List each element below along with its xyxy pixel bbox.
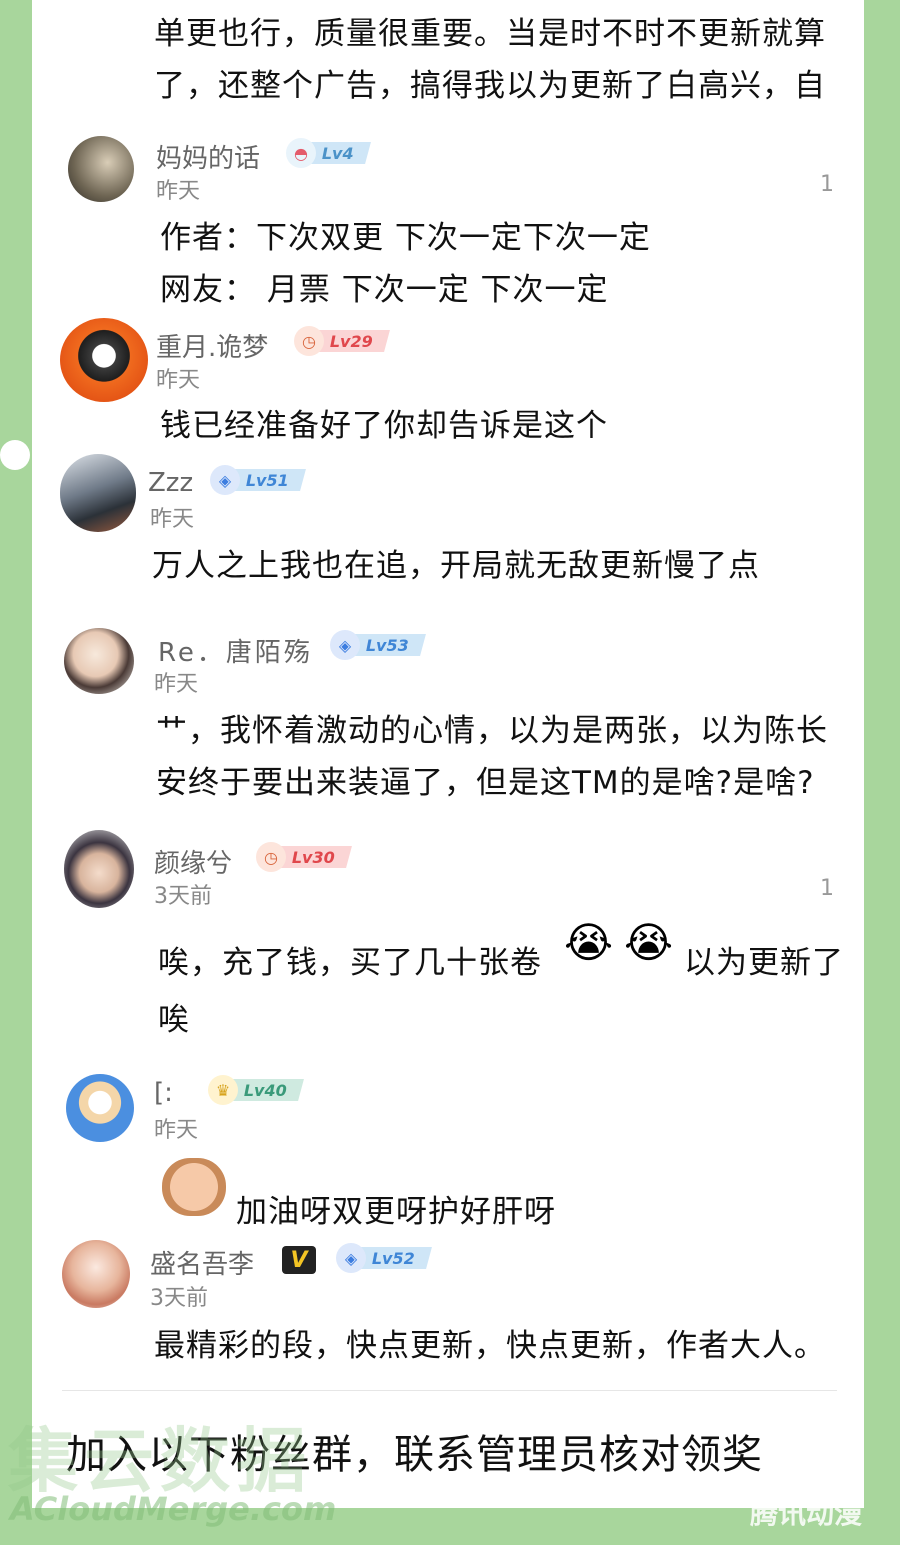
username[interactable]: Re．唐陌殇 <box>158 632 313 669</box>
timestamp: 昨天 <box>154 1118 199 1143</box>
username[interactable]: 重月.诡梦 <box>156 327 268 364</box>
clock-icon: ◷ <box>256 842 286 872</box>
timestamp: 昨天 <box>154 672 199 697</box>
comment-text: 艹，我怀着激动的心情，以为是两张，以为陈长 <box>156 713 828 749</box>
level-badge: ♛ Lv40 <box>208 1075 304 1105</box>
avatar[interactable] <box>60 318 148 402</box>
timestamp: 昨天 <box>150 507 195 532</box>
watermark-corner: 腾讯动漫 <box>750 1497 863 1530</box>
level-label: Lv40 <box>244 1080 287 1100</box>
comment-text: 单更也行，质量很重要。当是时不时不更新就算 <box>154 16 826 52</box>
username[interactable]: Zzz <box>148 468 193 498</box>
comment-text: 钱已经准备好了你却告诉是这个 <box>160 408 608 444</box>
username[interactable]: 盛名吾李 <box>150 1244 254 1281</box>
avatar[interactable] <box>68 136 134 202</box>
level-label: Lv53 <box>366 635 409 655</box>
level-label: Lv30 <box>292 847 335 867</box>
watermelon-icon: ◓ <box>286 138 316 168</box>
level-label: Lv4 <box>322 143 354 163</box>
avatar[interactable] <box>64 830 134 908</box>
comment-text: 加油呀双更呀护好肝呀 <box>236 1194 556 1230</box>
like-count[interactable]: 1 <box>820 172 834 197</box>
timestamp: 3天前 <box>154 884 212 909</box>
level-label: Lv51 <box>246 470 289 490</box>
username[interactable]: 妈妈的话 <box>156 138 260 175</box>
comment-text: 万人之上我也在追，开局就无敌更新慢了点 <box>152 548 760 584</box>
level-label: Lv29 <box>330 331 373 351</box>
like-count[interactable]: 1 <box>820 876 834 901</box>
divider <box>62 1390 837 1391</box>
level-label: Lv52 <box>372 1248 415 1268</box>
timestamp: 昨天 <box>156 368 201 393</box>
level-badge: ◈ Lv51 <box>210 465 306 495</box>
timestamp: 昨天 <box>156 179 201 204</box>
clock-icon: ◷ <box>294 326 324 356</box>
username[interactable]: [: <box>154 1078 173 1108</box>
avatar[interactable] <box>60 454 136 532</box>
avatar[interactable] <box>64 628 134 694</box>
comment-text: 最精彩的段，快点更新，快点更新，作者大人。 <box>154 1328 826 1364</box>
diamond-icon: ◈ <box>336 1243 366 1273</box>
comment-text: 作者：下次双更 下次一定下次一定 <box>160 220 651 256</box>
comment-panel: 单更也行，质量很重要。当是时不时不更新就算 了，还整个广告，搞得我以为更新了白高… <box>32 0 864 1508</box>
diamond-icon: ◈ <box>210 465 240 495</box>
comment-text: 安终于要出来装逼了，但是这TM的是啥?是啥? <box>156 765 815 801</box>
dog-sticker-icon <box>162 1158 226 1216</box>
username[interactable]: 颜缘兮 <box>154 843 232 880</box>
vip-badge-icon: V <box>282 1246 316 1274</box>
side-bubble <box>0 440 30 470</box>
avatar[interactable] <box>62 1240 130 1308</box>
level-badge: ◷ Lv30 <box>256 842 352 872</box>
timestamp: 3天前 <box>150 1286 208 1311</box>
level-badge: ◈ Lv52 <box>336 1243 432 1273</box>
crying-emoji-icon: 😭 <box>624 918 674 967</box>
comment-text: 了，还整个广告，搞得我以为更新了白高兴，自 <box>154 68 826 104</box>
diamond-icon: ◈ <box>330 630 360 660</box>
comment-text: 唉，充了钱，买了几十张卷 <box>158 945 542 981</box>
avatar[interactable] <box>66 1074 134 1142</box>
crying-emoji-icon: 😭 <box>564 918 614 967</box>
level-badge: ◷ Lv29 <box>294 326 390 356</box>
crown-icon: ♛ <box>208 1075 238 1105</box>
comment-text: 唉 <box>158 1002 190 1038</box>
top-comment-fragment: 单更也行，质量很重要。当是时不时不更新就算 了，还整个广告，搞得我以为更新了白高… <box>32 0 864 122</box>
comment-text: 以为更新了 <box>684 945 844 981</box>
level-badge: ◓ Lv4 <box>286 138 371 168</box>
level-badge: ◈ Lv53 <box>330 630 426 660</box>
watermark-site: ACloudMerge.com <box>10 1490 337 1528</box>
comment-text: 网友： 月票 下次一定 下次一定 <box>160 272 609 308</box>
